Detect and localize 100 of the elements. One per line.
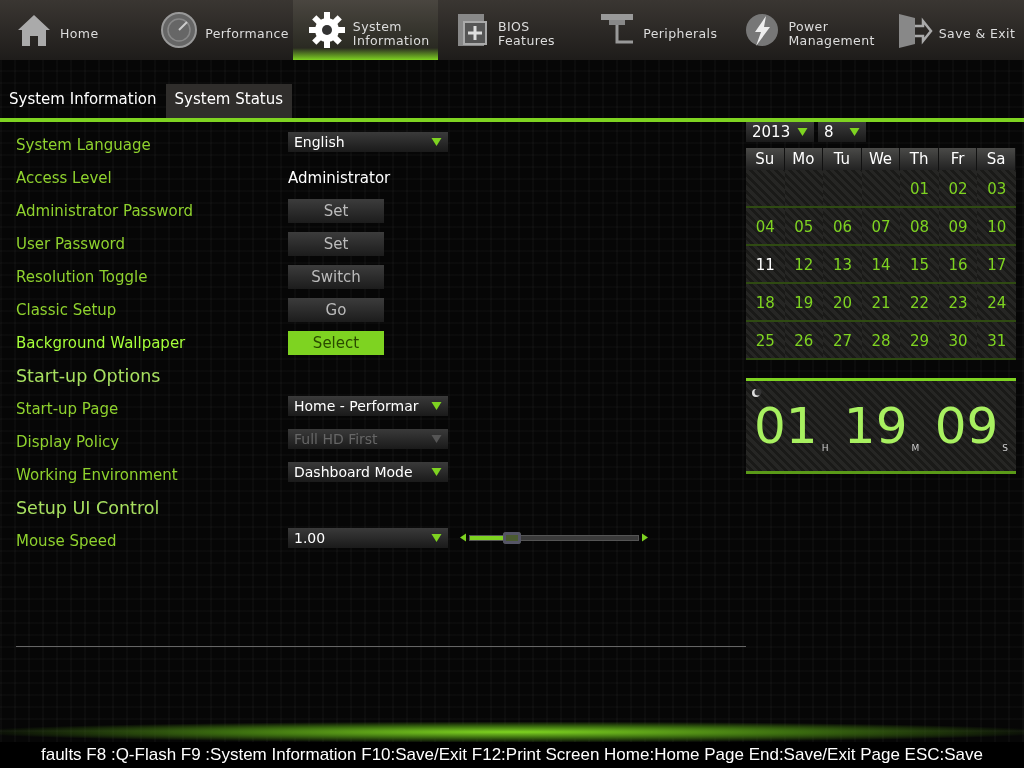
calendar-day[interactable]: 06 — [823, 208, 862, 246]
calendar-day[interactable]: 01 — [900, 170, 939, 208]
nav-label: System Information — [352, 18, 430, 48]
moon-icon — [750, 387, 762, 399]
setting-label: Working Environment — [16, 465, 179, 484]
action-button[interactable]: Set — [288, 231, 384, 256]
setting-label: Access Level — [16, 168, 113, 187]
setting-label: System Language — [16, 135, 152, 154]
action-button[interactable]: Go — [288, 297, 384, 322]
calendar-day[interactable]: 05 — [784, 208, 824, 246]
setting-value: Administrator — [288, 168, 391, 187]
calendar-day[interactable]: 25 — [746, 322, 785, 360]
weekday-label: Th — [900, 148, 939, 170]
calendar-day[interactable]: 17 — [977, 246, 1016, 284]
nav-tab[interactable]: Performance — [145, 0, 293, 60]
action-button[interactable]: Set — [288, 198, 384, 223]
weekday-label: Fr — [938, 148, 978, 170]
nav-label: Home — [60, 25, 99, 41]
hotkey-hint: faults F8 :Q-Flash F9 :System Information F10:Save/Exit F12:Print Screen Home:Home Page End:Save/Exit Page ESC:Save — [41, 745, 983, 765]
calendar-day[interactable]: 24 — [977, 284, 1016, 322]
caret-icon — [431, 533, 442, 542]
dropdown[interactable]: 2013 — [746, 122, 814, 142]
calendar-day[interactable]: 09 — [938, 208, 978, 246]
caret-icon — [431, 467, 442, 476]
nav-label: Performance — [205, 25, 289, 41]
nav-tab[interactable]: Peripherals — [583, 0, 729, 60]
dropdown-value: 2013 — [752, 123, 791, 141]
calendar-day[interactable]: 16 — [938, 246, 978, 284]
dropdown[interactable]: Home - Performar — [288, 395, 448, 416]
calendar-day[interactable]: 28 — [861, 322, 901, 360]
setting-label: Start-up Page — [16, 399, 120, 418]
weekday-label: Mo — [784, 148, 824, 170]
calendar-day[interactable]: 22 — [900, 284, 939, 322]
calendar-day[interactable]: 14 — [861, 246, 901, 284]
slider-thumb[interactable] — [503, 531, 521, 544]
calendar-day[interactable]: 12 — [784, 246, 824, 284]
action-button[interactable]: Switch — [288, 264, 384, 289]
dropdown-value: Full HD First — [294, 430, 378, 447]
calendar-day[interactable]: 30 — [938, 322, 978, 360]
setting-label: Classic Setup — [16, 300, 118, 319]
nav-label: Power Management — [788, 18, 875, 48]
nav-tab[interactable]: Power Management — [728, 0, 879, 60]
setting-label: Display Policy — [16, 432, 121, 451]
caret-icon — [431, 137, 442, 146]
gear-icon — [306, 10, 347, 50]
calendar-day[interactable]: 27 — [823, 322, 862, 360]
sub-tab[interactable]: System Status — [165, 84, 293, 118]
nav-tab[interactable]: BIOS Features — [438, 0, 584, 60]
calendar-day[interactable]: 29 — [900, 322, 939, 360]
caret-icon — [849, 128, 860, 136]
calendar-day[interactable]: 03 — [977, 170, 1016, 208]
dropdown-value: Home - Performar — [294, 397, 419, 414]
caret-icon — [431, 434, 442, 443]
calendar-day[interactable]: 23 — [938, 284, 978, 322]
dropdown-value: 1.00 — [294, 529, 326, 546]
calendar-day[interactable]: 08 — [900, 208, 939, 246]
calendar-day[interactable]: 18 — [746, 284, 785, 322]
weekday-label: Su — [746, 148, 785, 170]
calendar-day[interactable]: 04 — [746, 208, 785, 246]
nav-label: BIOS Features — [498, 18, 555, 48]
dropdown[interactable]: 1.00 — [288, 527, 448, 548]
dropdown-value: Dashboard Mode — [294, 463, 413, 480]
dropdown[interactable]: Dashboard Mode — [288, 461, 448, 482]
nav-tab[interactable]: Save & Exit — [878, 0, 1024, 60]
calendar-day[interactable]: 10 — [977, 208, 1016, 246]
calendar-day[interactable]: 15 — [900, 246, 939, 284]
section-heading: Start-up Options — [16, 365, 162, 386]
calendar-day[interactable]: 21 — [861, 284, 901, 322]
nav-tab[interactable]: System Information — [292, 0, 439, 60]
setting-label: Background Wallpaper — [16, 333, 187, 352]
setting-label: Resolution Toggle — [16, 267, 149, 286]
sub-tab[interactable]: System Information — [0, 84, 166, 118]
calendar-day[interactable]: 07 — [861, 208, 901, 246]
setting-label: User Password — [16, 234, 127, 253]
right-arrow-icon[interactable] — [642, 533, 648, 542]
section-heading: Setup UI Control — [16, 497, 161, 518]
clock-digits: 01 — [754, 399, 818, 453]
caret-icon — [431, 401, 442, 410]
slider[interactable] — [460, 533, 648, 542]
calendar-day[interactable]: 02 — [938, 170, 978, 208]
dropdown-value: 8 — [824, 123, 834, 141]
left-arrow-icon[interactable] — [460, 533, 466, 542]
calendar-day[interactable]: 20 — [823, 284, 862, 322]
clock-unit-label: H — [821, 443, 829, 453]
clock-unit-label: S — [1002, 443, 1008, 453]
nav-tab[interactable]: Home — [0, 0, 146, 60]
setting-label: Administrator Password — [16, 201, 195, 220]
dropdown[interactable]: English — [288, 131, 448, 152]
dropdown[interactable]: 8 — [818, 122, 866, 142]
clock-digits: 09 — [934, 399, 999, 453]
action-button[interactable]: Select — [288, 330, 384, 355]
weekday-label: Sa — [977, 148, 1016, 170]
calendar-day[interactable]: 19 — [784, 284, 824, 322]
calendar-day[interactable]: 31 — [977, 322, 1016, 360]
clock-unit-label: M — [911, 443, 920, 453]
weekday-label: We — [861, 148, 901, 170]
calendar-day[interactable]: 26 — [784, 322, 824, 360]
calendar-day[interactable]: 13 — [823, 246, 862, 284]
calendar-day[interactable]: 11 — [746, 246, 785, 284]
weekday-label: Tu — [823, 148, 862, 170]
